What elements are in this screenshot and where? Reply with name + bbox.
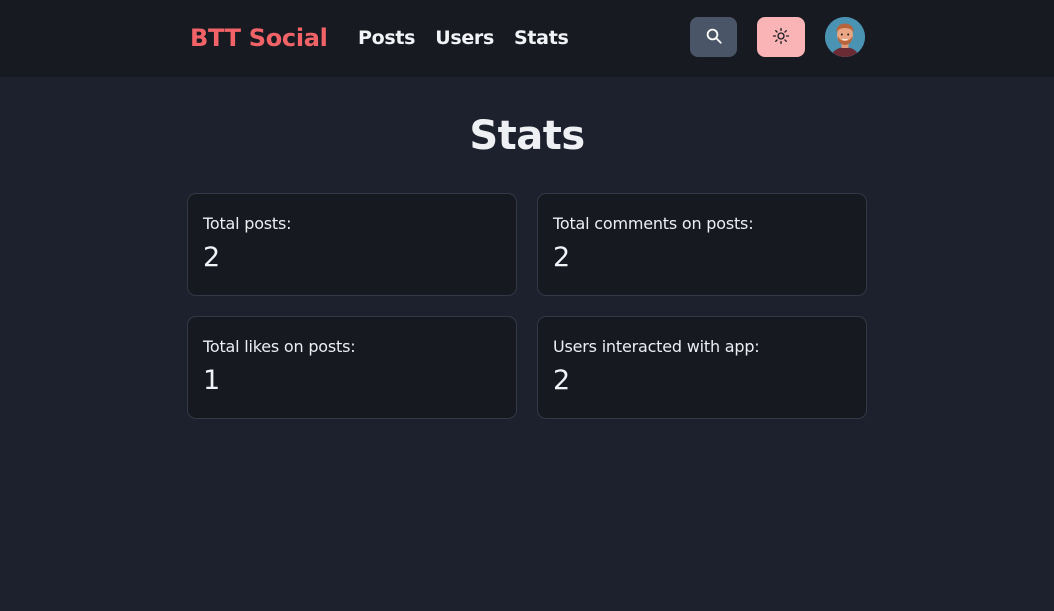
stat-card-total-comments: Total comments on posts: 2 <box>537 193 867 296</box>
stat-card-total-likes: Total likes on posts: 1 <box>187 316 517 419</box>
stat-label: Users interacted with app: <box>553 337 760 356</box>
avatar-image <box>825 17 865 57</box>
nav-link-users[interactable]: Users <box>435 24 494 52</box>
search-button[interactable] <box>690 17 737 57</box>
nav-link-stats[interactable]: Stats <box>514 24 569 52</box>
main-nav: Posts Users Stats <box>358 24 569 52</box>
navbar: BTT Social Posts Users Stats <box>0 0 1054 77</box>
stat-label: Total likes on posts: <box>203 337 356 356</box>
stat-value: 2 <box>553 242 571 273</box>
brand-logo-link[interactable]: BTT Social <box>190 21 328 55</box>
stat-label: Total posts: <box>203 214 292 233</box>
theme-toggle-button[interactable] <box>757 17 805 57</box>
stats-grid: Total posts: 2 Total comments on posts: … <box>187 193 867 419</box>
user-avatar[interactable] <box>825 17 865 57</box>
search-icon <box>705 27 723 48</box>
stat-card-total-posts: Total posts: 2 <box>187 193 517 296</box>
nav-link-posts[interactable]: Posts <box>358 24 415 52</box>
stat-label: Total comments on posts: <box>553 214 754 233</box>
stat-value: 2 <box>203 242 221 273</box>
stat-card-users-interacted: Users interacted with app: 2 <box>537 316 867 419</box>
page-title: Stats <box>469 113 585 159</box>
stat-value: 2 <box>553 365 571 396</box>
stat-value: 1 <box>203 365 221 396</box>
sun-icon <box>772 27 790 48</box>
